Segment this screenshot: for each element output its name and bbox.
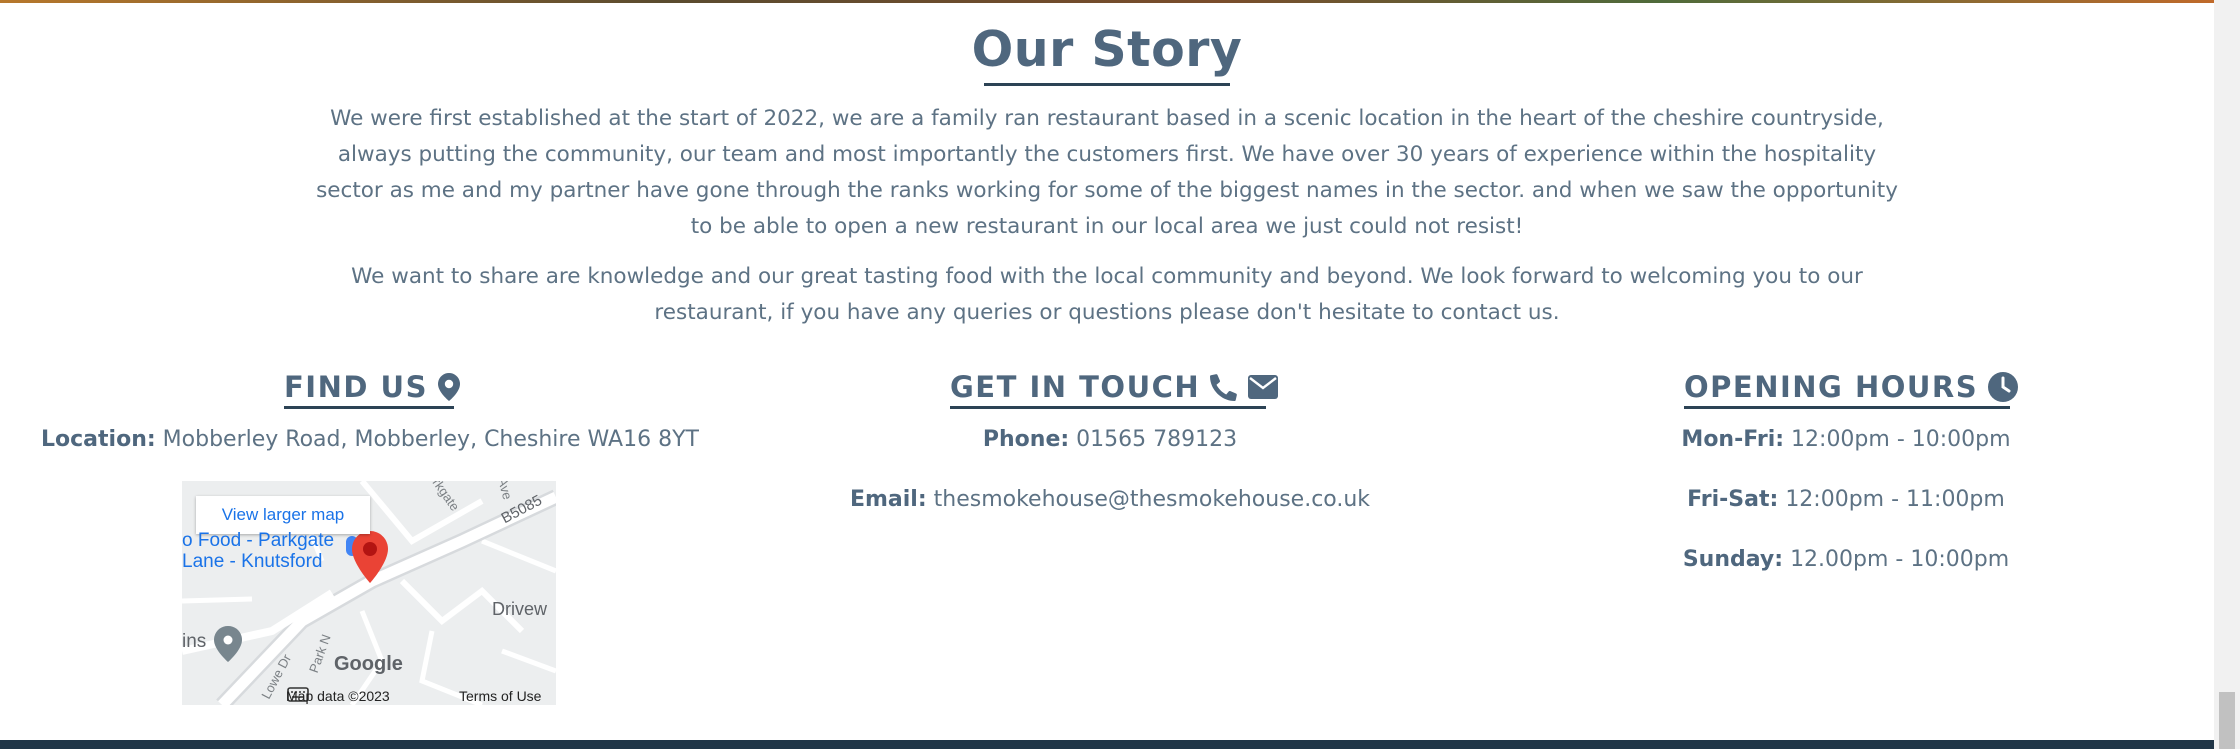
phone-line: Phone: 01565 789123: [760, 424, 1460, 456]
hours-row: Mon-Fri: 12:00pm - 10:00pm: [1500, 424, 2192, 456]
scrollbar-thumb[interactable]: [2219, 692, 2235, 749]
story-title: Our Story: [971, 21, 1243, 78]
hours-day: Sunday:: [1682, 547, 1784, 572]
hours-day: Fri-Sat:: [1687, 487, 1779, 512]
email-value[interactable]: thesmokehouse@thesmokehouse.co.uk: [934, 487, 1370, 512]
story-paragraph-2: We want to share are knowledge and our g…: [351, 264, 1863, 325]
envelope-icon: [1248, 375, 1279, 399]
opening-hours-underline: [1684, 406, 2010, 409]
location-value: Mobberley Road, Mobberley, Cheshire WA16…: [162, 427, 699, 452]
opening-hours-heading-text: OPENING HOURS: [1684, 370, 1979, 404]
hero-image-edge: [0, 0, 2214, 3]
scrollbar-track[interactable]: [2214, 0, 2240, 749]
location-line: Location: Mobberley Road, Mobberley, Che…: [0, 424, 740, 456]
story-title-underline: [984, 83, 1230, 86]
phone-label: Phone:: [982, 427, 1070, 452]
google-map[interactable]: View larger map o Food - Parkgate Lane -…: [182, 481, 556, 705]
map-road-drivew: Drivew: [492, 599, 548, 619]
map-place-ins: ins: [182, 631, 207, 652]
footer-bar: [0, 740, 2214, 749]
google-logo: Google: [334, 653, 403, 675]
find-us-heading: FIND US: [284, 365, 460, 409]
email-label: Email:: [849, 487, 927, 512]
map-place-label-1: o Food - Parkgate: [182, 530, 335, 551]
hours-row: Sunday: 12.00pm - 10:00pm: [1500, 544, 2192, 576]
map-place-label-2: Lane - Knutsford: [182, 551, 323, 572]
get-in-touch-underline: [950, 406, 1266, 409]
hours-time: 12:00pm - 10:00pm: [1791, 427, 2011, 452]
find-us-underline: [284, 406, 454, 409]
view-larger-map-link[interactable]: View larger map: [196, 496, 370, 534]
email-line: Email: thesmokehouse@thesmokehouse.co.uk: [760, 484, 1460, 516]
map-terms-link[interactable]: Terms of Use: [459, 687, 541, 705]
get-in-touch-heading-text: GET IN TOUCH: [950, 370, 1201, 404]
clock-icon: [1988, 372, 2019, 402]
opening-hours-heading: OPENING HOURS: [1684, 365, 2019, 409]
phone-icon: [1210, 373, 1238, 401]
map-pin-icon: [437, 373, 460, 401]
phone-value[interactable]: 01565 789123: [1076, 427, 1237, 452]
find-us-heading-text: FIND US: [284, 370, 428, 404]
hours-row: Fri-Sat: 12:00pm - 11:00pm: [1500, 484, 2192, 516]
hours-day: Mon-Fri:: [1681, 427, 1785, 452]
hours-time: 12.00pm - 10:00pm: [1790, 547, 2010, 572]
hours-time: 12:00pm - 11:00pm: [1785, 487, 2005, 512]
location-label: Location:: [41, 427, 156, 452]
map-data-attribution: Map data ©2023: [286, 688, 390, 704]
get-in-touch-heading: GET IN TOUCH: [950, 365, 1279, 409]
story-paragraph-1: We were first established at the start o…: [316, 106, 1898, 239]
